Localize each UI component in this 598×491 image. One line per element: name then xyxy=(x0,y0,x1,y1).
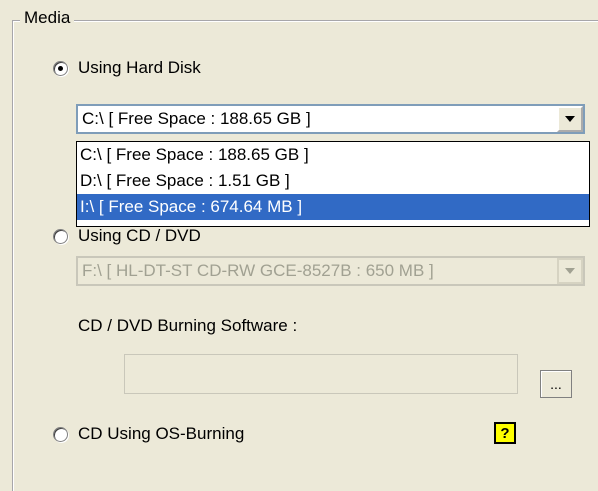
chevron-down-icon xyxy=(565,268,575,274)
burning-software-path-field[interactable] xyxy=(124,354,518,394)
hard-disk-selected-value: C:\ [ Free Space : 188.65 GB ] xyxy=(82,109,311,128)
hard-disk-radio-row[interactable]: Using Hard Disk xyxy=(53,58,201,78)
help-icon[interactable]: ? xyxy=(494,422,516,444)
cd-dvd-dropdown-button[interactable] xyxy=(557,258,583,284)
cd-dvd-drive-select[interactable]: F:\ [ HL-DT-ST CD-RW GCE-8527B : 650 MB … xyxy=(76,256,585,286)
dropdown-option[interactable]: C:\ [ Free Space : 188.65 GB ] xyxy=(77,142,589,168)
cd-dvd-selected-value: F:\ [ HL-DT-ST CD-RW GCE-8527B : 650 MB … xyxy=(82,261,434,280)
cd-dvd-radio-row[interactable]: Using CD / DVD xyxy=(53,226,201,246)
browse-button[interactable]: ... xyxy=(540,370,572,398)
os-burning-radio-row[interactable]: CD Using OS-Burning xyxy=(53,424,244,444)
dropdown-option-highlighted[interactable]: I:\ [ Free Space : 674.64 MB ] xyxy=(77,194,589,220)
os-burning-radio[interactable] xyxy=(53,426,68,442)
hard-disk-drive-select[interactable]: C:\ [ Free Space : 188.65 GB ] xyxy=(76,104,585,134)
os-burning-label: CD Using OS-Burning xyxy=(78,424,245,443)
burning-software-label: CD / DVD Burning Software : xyxy=(78,316,298,335)
hard-disk-radio[interactable] xyxy=(53,60,68,76)
hard-disk-dropdown-button[interactable] xyxy=(557,106,583,132)
dropdown-option[interactable]: D:\ [ Free Space : 1.51 GB ] xyxy=(77,168,589,194)
hard-disk-dropdown-list: C:\ [ Free Space : 188.65 GB ] D:\ [ Fre… xyxy=(76,141,590,227)
cd-dvd-label: Using CD / DVD xyxy=(78,226,201,245)
media-group-title: Media xyxy=(20,7,75,29)
cd-dvd-radio[interactable] xyxy=(53,228,68,244)
chevron-down-icon xyxy=(565,116,575,122)
hard-disk-label: Using Hard Disk xyxy=(78,58,201,77)
